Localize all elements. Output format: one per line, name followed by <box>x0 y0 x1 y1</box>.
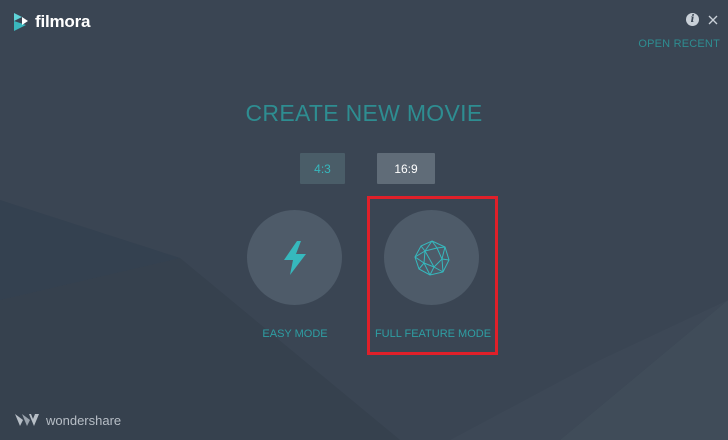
easy-mode-button[interactable] <box>247 210 342 305</box>
ratio-16-9-button[interactable]: 16:9 <box>377 153 435 184</box>
app-logo: filmora <box>13 12 90 32</box>
filmora-logo-icon <box>14 13 28 31</box>
background-shapes <box>0 200 728 440</box>
wondershare-brand: wondershare <box>14 412 121 428</box>
wondershare-logo-icon <box>15 414 39 426</box>
easy-mode-label[interactable]: EASY MODE <box>230 328 360 340</box>
page-title: CREATE NEW MOVIE <box>245 100 483 126</box>
ratio-4-3-button[interactable]: 4:3 <box>300 153 345 184</box>
brand-text: wondershare <box>46 412 122 428</box>
lightning-icon <box>283 240 306 275</box>
highlight-box <box>367 196 498 355</box>
close-icon[interactable] <box>708 15 718 25</box>
window-controls: i <box>686 13 718 26</box>
app-name: filmora <box>35 12 91 31</box>
info-icon[interactable]: i <box>686 13 699 26</box>
open-recent-link[interactable]: OPEN RECENT <box>638 38 720 50</box>
